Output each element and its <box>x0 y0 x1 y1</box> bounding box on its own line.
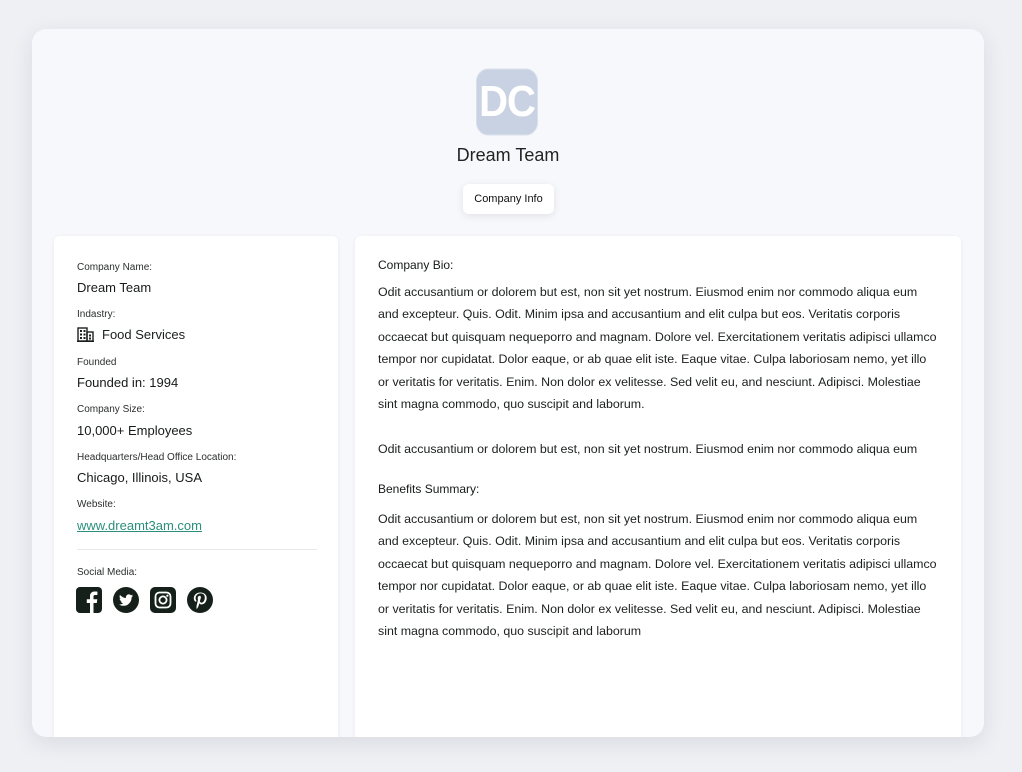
social-media-links <box>76 587 213 613</box>
company-bio-heading: Company Bio: <box>378 258 454 272</box>
social-media-label: Social Media: <box>77 567 138 578</box>
company-bio-paragraph-2: Odit accusantium or dolorem but est, non… <box>378 442 918 456</box>
benefits-summary-heading: Benefits Summary: <box>378 482 480 496</box>
company-title: Dream Team <box>456 145 560 165</box>
facebook-icon[interactable] <box>76 587 102 613</box>
headquarters-value: Chicago, Illinois, USA <box>77 470 202 485</box>
company-details-card: Company Name: Dream Team Indastry: Food … <box>54 236 338 737</box>
founded-value: Founded in: 1994 <box>77 375 179 390</box>
pinterest-icon[interactable] <box>187 587 213 613</box>
tab-company-info[interactable]: Company Info <box>463 184 554 214</box>
company-name-label: Company Name: <box>77 262 153 273</box>
instagram-icon[interactable] <box>150 587 176 613</box>
logo-text: DC <box>479 77 536 126</box>
company-profile-panel: DC Dream Team Company Info Company Name:… <box>32 29 984 737</box>
company-size-label: Company Size: <box>77 404 145 415</box>
company-bio-card: Company Bio: Odit accusantium or dolorem… <box>355 236 961 737</box>
headquarters-label: Headquarters/Head Office Location: <box>77 452 237 463</box>
industry-label: Indastry: <box>77 309 116 320</box>
company-bio-paragraph: Odit accusantium or dolorem but est, non… <box>378 285 937 412</box>
industry-row: Food Services <box>77 327 185 342</box>
company-size-value: 10,000+ Employees <box>77 423 193 438</box>
website-link[interactable]: www.dreamt3am.com <box>77 518 202 533</box>
company-name-value: Dream Team <box>77 280 152 295</box>
founded-label: Founded <box>77 357 117 368</box>
twitter-icon[interactable] <box>113 587 139 613</box>
industry-value: Food Services <box>102 327 186 342</box>
benefits-summary-paragraph: Odit accusantium or dolorem but est, non… <box>378 512 937 639</box>
tab-company-info-label: Company Info <box>474 193 543 205</box>
website-label: Website: <box>77 499 116 510</box>
company-logo: DC <box>476 68 538 136</box>
divider <box>77 549 317 550</box>
building-icon <box>77 327 94 342</box>
